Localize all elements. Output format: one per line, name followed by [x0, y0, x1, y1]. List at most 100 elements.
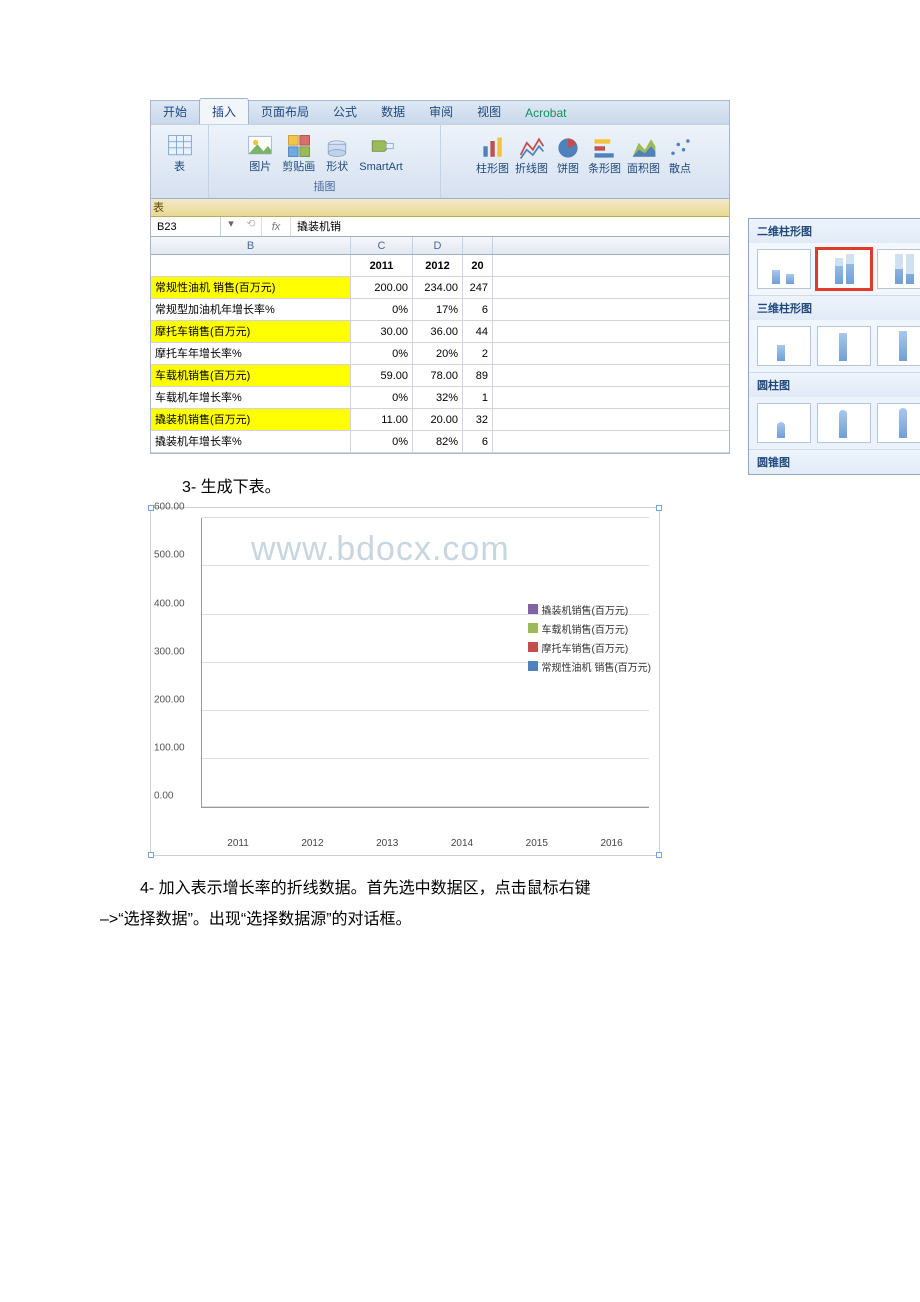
cell[interactable]: 6	[463, 431, 493, 452]
cell[interactable]: 0%	[351, 431, 413, 452]
col-header-d[interactable]: D	[413, 237, 463, 254]
selection-handle[interactable]	[148, 852, 154, 858]
bar-chart-button[interactable]: 条形图	[588, 134, 621, 175]
pie-chart-label: 饼图	[557, 164, 579, 175]
cell[interactable]: 0%	[351, 387, 413, 408]
tab-acrobat[interactable]: Acrobat	[513, 102, 578, 124]
pie-chart-button[interactable]: 饼图	[554, 134, 582, 175]
table-row: 摩托车销售(百万元)30.0036.0044	[151, 321, 729, 343]
chart-3d-stacked[interactable]	[817, 326, 871, 366]
cell[interactable]: 247	[463, 277, 493, 298]
tab-insert[interactable]: 插入	[199, 98, 249, 124]
cell[interactable]: 30.00	[351, 321, 413, 342]
cell[interactable]: 89	[463, 365, 493, 386]
selection-handle[interactable]	[656, 852, 662, 858]
year-partial[interactable]: 20	[463, 255, 493, 276]
cell[interactable]: 20%	[413, 343, 463, 364]
cell[interactable]: 车载机年增长率%	[151, 387, 351, 408]
formula-cancel-icon[interactable]: ⟲	[241, 217, 261, 236]
scatter-chart-button[interactable]: 散点	[666, 134, 694, 175]
tab-view[interactable]: 视图	[465, 99, 513, 124]
line-chart-button[interactable]: 折线图	[515, 134, 548, 175]
table-row: 摩托车年增长率%0%20%2	[151, 343, 729, 365]
cell[interactable]: 0%	[351, 299, 413, 320]
cell[interactable]: 234.00	[413, 277, 463, 298]
col-header-c[interactable]: C	[351, 237, 413, 254]
table-row: 常规型加油机年增长率%0%17%6	[151, 299, 729, 321]
column-chart-button[interactable]: 柱形图	[476, 134, 509, 175]
chart-2d-stacked[interactable]	[817, 249, 871, 289]
clipart-button[interactable]: 剪贴画	[282, 132, 315, 173]
legend-label: 常规性油机 销售(百万元)	[542, 659, 651, 674]
step-3-text: 3- 生成下表。	[150, 474, 770, 501]
cell[interactable]: 32	[463, 409, 493, 430]
smartart-button[interactable]: SmartArt	[359, 132, 402, 173]
selection-handle[interactable]	[656, 505, 662, 511]
col-header-b[interactable]: B	[151, 237, 351, 254]
cell[interactable]: 1	[463, 387, 493, 408]
cell[interactable]: 摩托车销售(百万元)	[151, 321, 351, 342]
tab-review[interactable]: 审阅	[417, 99, 465, 124]
fx-label[interactable]: fx	[261, 217, 291, 236]
legend-item: 撬装机销售(百万元)	[528, 601, 651, 617]
cell[interactable]: 常规型加油机年增长率%	[151, 299, 351, 320]
cell[interactable]: 摩托车年增长率%	[151, 343, 351, 364]
area-chart-button[interactable]: 面积图	[627, 134, 660, 175]
col-header-e[interactable]	[463, 237, 493, 254]
x-tick-label: 2013	[376, 838, 398, 849]
legend-label: 撬装机销售(百万元)	[542, 602, 629, 617]
year-header-row: 2011 2012 20	[151, 255, 729, 277]
cell[interactable]: 11.00	[351, 409, 413, 430]
cell[interactable]: 36.00	[413, 321, 463, 342]
y-tick-label: 100.00	[154, 743, 185, 754]
subribbon-tables: 表	[151, 199, 729, 217]
shapes-label: 形状	[326, 162, 348, 173]
formula-value[interactable]: 撬装机销	[291, 217, 729, 236]
name-box[interactable]: B23	[151, 217, 221, 236]
tab-home[interactable]: 开始	[151, 99, 199, 124]
year-2012[interactable]: 2012	[413, 255, 463, 276]
y-tick-label: 500.00	[154, 550, 185, 561]
picture-button[interactable]: 图片	[246, 132, 274, 173]
cell[interactable]: 17%	[413, 299, 463, 320]
year-2011[interactable]: 2011	[351, 255, 413, 276]
table-button[interactable]: 表	[166, 132, 194, 173]
chart-cyl-clustered[interactable]	[757, 403, 811, 443]
x-tick-label: 2016	[600, 838, 622, 849]
x-tick-label: 2012	[301, 838, 323, 849]
cell[interactable]: 撬装机销售(百万元)	[151, 409, 351, 430]
cell[interactable]: 0%	[351, 343, 413, 364]
chart-2d-100stacked[interactable]	[877, 249, 920, 289]
cell[interactable]: 78.00	[413, 365, 463, 386]
worksheet-grid: 2011 2012 20 常规性油机 销售(百万元)200.00234.0024…	[151, 255, 729, 453]
cell[interactable]: 常规性油机 销售(百万元)	[151, 277, 351, 298]
cell[interactable]: 20.00	[413, 409, 463, 430]
cell[interactable]: 车载机销售(百万元)	[151, 365, 351, 386]
cell[interactable]: 32%	[413, 387, 463, 408]
chart-2d-clustered[interactable]	[757, 249, 811, 289]
tab-data[interactable]: 数据	[369, 99, 417, 124]
cell[interactable]: 59.00	[351, 365, 413, 386]
cell[interactable]: 82%	[413, 431, 463, 452]
scatter-chart-label: 散点	[669, 164, 691, 175]
chart-3d-clustered[interactable]	[757, 326, 811, 366]
cell[interactable]: 6	[463, 299, 493, 320]
cell[interactable]: 200.00	[351, 277, 413, 298]
clipart-label: 剪贴画	[282, 162, 315, 173]
chart-cyl-stacked[interactable]	[817, 403, 871, 443]
generated-chart[interactable]: www.bdocx.com 0.00100.00200.00300.00400.…	[150, 507, 660, 856]
x-tick-label: 2011	[227, 838, 249, 849]
cell[interactable]: 2	[463, 343, 493, 364]
tab-pagelayout[interactable]: 页面布局	[249, 99, 321, 124]
chart-cyl-100stacked[interactable]	[877, 403, 920, 443]
tab-formulas[interactable]: 公式	[321, 99, 369, 124]
namebox-dropdown-icon[interactable]: ▾	[221, 217, 241, 236]
shapes-button[interactable]: 形状	[323, 132, 351, 173]
y-tick-label: 300.00	[154, 646, 185, 657]
cell[interactable]: 44	[463, 321, 493, 342]
column-chart-dropdown: 二维柱形图 三维柱形图 圆柱图	[748, 218, 920, 475]
chart-3d-100stacked[interactable]	[877, 326, 920, 366]
column-chart-label: 柱形图	[476, 164, 509, 175]
cell[interactable]: 撬装机年增长率%	[151, 431, 351, 452]
selection-handle[interactable]	[148, 505, 154, 511]
